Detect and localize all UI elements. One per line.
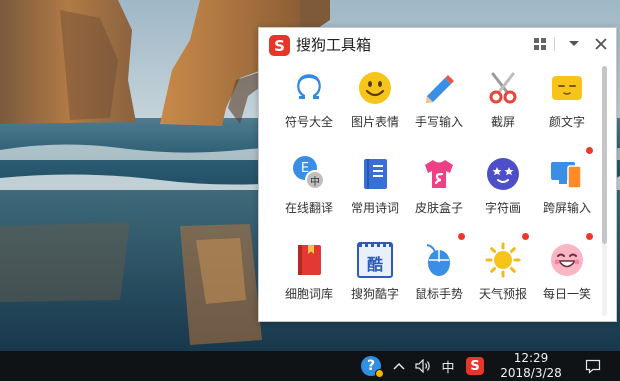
translate-icon: E 中	[291, 156, 327, 192]
chevron-up-icon	[393, 362, 405, 370]
help-tray-button[interactable]: ?	[358, 351, 384, 381]
book-icon	[364, 159, 387, 189]
tool-common-poems[interactable]: 常用诗词	[343, 148, 407, 224]
scissors-icon	[489, 72, 517, 104]
help-icon: ?	[361, 356, 384, 378]
help-glyph: ?	[366, 358, 376, 374]
cool-text-glyph: 酷	[366, 255, 383, 274]
help-warning-dot	[375, 369, 384, 378]
tshirt-icon	[425, 160, 453, 188]
toolbox-scrollbar[interactable]	[602, 66, 607, 316]
notification-icon	[585, 359, 601, 374]
sogou-logo-icon: S	[466, 357, 484, 375]
show-hidden-icons-button[interactable]	[390, 351, 408, 381]
tool-label: 在线翻译	[284, 201, 333, 215]
header-divider	[554, 37, 555, 51]
star-eyes-face-icon	[487, 158, 519, 190]
emoticon-face-icon	[552, 76, 582, 100]
volume-button[interactable]	[412, 351, 434, 381]
toolbox-title: 搜狗工具箱	[296, 36, 372, 54]
new-badge	[522, 233, 529, 240]
cool-text-icon: 酷	[357, 242, 393, 278]
close-icon[interactable]	[593, 36, 609, 52]
mouse-icon	[426, 244, 450, 276]
translate-zh-badge: 中	[305, 170, 325, 190]
sogou-toolbox-popup: S 搜狗工具箱 符号大全 图片表情 手写输入 截屏 颜文字 E 中 在线翻译 常…	[258, 27, 617, 322]
speaker-icon	[415, 359, 430, 373]
new-badge	[586, 233, 593, 240]
tool-handwriting-input[interactable]: 手写输入	[407, 62, 471, 138]
tool-sogou-cool-text[interactable]: 酷 搜狗酷字	[343, 234, 407, 310]
tool-mouse-gesture[interactable]: 鼠标手势	[407, 233, 471, 310]
sogou-logo-icon: S	[269, 35, 290, 56]
tool-screenshot[interactable]: 截屏	[471, 62, 535, 138]
tool-label: 跨屏输入	[542, 201, 591, 215]
tool-label: 颜文字	[548, 115, 585, 129]
action-center-button[interactable]	[578, 351, 608, 381]
pencil-icon	[426, 75, 454, 103]
red-book-icon	[298, 245, 321, 275]
tool-label: 细胞词库	[284, 287, 333, 301]
tool-online-translate[interactable]: E 中 在线翻译	[277, 148, 341, 224]
omega-symbol-icon	[297, 74, 321, 99]
scrollbar-thumb[interactable]	[602, 66, 607, 244]
sogou-tray-button[interactable]: S	[464, 351, 486, 381]
new-badge	[458, 233, 465, 240]
tool-cross-screen-input[interactable]: 跨屏输入	[535, 147, 599, 224]
tool-daily-laugh[interactable]: 每日一笑	[535, 233, 599, 310]
cool-text-teeth	[359, 242, 391, 247]
tool-grid: 符号大全 图片表情 手写输入 截屏 颜文字 E 中 在线翻译 常用诗词 皮肤盒子…	[259, 62, 604, 320]
tool-cell-dictionary[interactable]: 细胞词库	[277, 234, 341, 310]
sun-icon	[485, 242, 521, 278]
new-badge	[586, 147, 593, 154]
phone-screen-icon	[551, 162, 582, 189]
smiley-face-icon	[359, 72, 391, 104]
toolbox-header: S 搜狗工具箱	[259, 28, 616, 62]
taskbar: ? 中 S 12:29 2018/3/28	[0, 351, 620, 381]
tool-weather-forecast[interactable]: 天气预报	[471, 233, 535, 310]
tool-kaomoji[interactable]: 颜文字	[535, 62, 599, 138]
laughing-face-icon	[551, 244, 583, 276]
clock-date: 2018/3/28	[500, 366, 562, 380]
grid-view-icon[interactable]	[532, 36, 548, 52]
tool-image-emoji[interactable]: 图片表情	[343, 62, 407, 138]
clock-time: 12:29	[513, 351, 549, 365]
tool-ascii-art[interactable]: 字符画	[471, 148, 535, 224]
tool-label: 每日一笑	[542, 287, 591, 301]
tool-skin-box[interactable]: 皮肤盒子	[407, 148, 471, 224]
chevron-down-icon[interactable]	[566, 36, 582, 52]
ime-mode-indicator[interactable]: 中	[438, 351, 458, 381]
tool-label: 符号大全	[284, 115, 333, 129]
tool-symbol-collection[interactable]: 符号大全	[277, 62, 341, 138]
system-clock[interactable]: 12:29 2018/3/28	[496, 351, 566, 381]
